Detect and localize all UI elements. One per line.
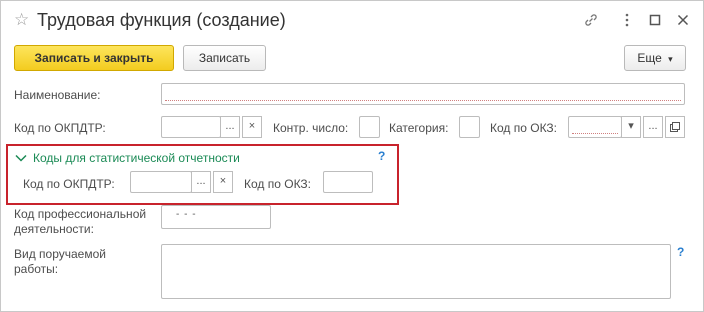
more-button-label: Еще — [637, 51, 662, 65]
chevron-down-icon[interactable] — [15, 152, 27, 164]
form-window: ☆ Трудовая функция (создание) Записать и… — [0, 0, 704, 312]
maximize-icon[interactable] — [647, 12, 663, 28]
prof-activity-label-line2: деятельности: — [14, 222, 94, 236]
stat-okz-input[interactable] — [323, 171, 373, 193]
stat-okpdtr-label: Код по ОКПДТР: — [23, 177, 115, 191]
prof-activity-value: - - - — [176, 209, 197, 220]
okz-input[interactable] — [568, 116, 622, 138]
okpdtr-label: Код по ОКПДТР: — [14, 121, 106, 135]
star-icon[interactable]: ☆ — [14, 10, 29, 30]
work-type-help-icon[interactable]: ? — [677, 245, 684, 259]
link-icon[interactable] — [583, 12, 599, 28]
stat-okpdtr-clear-button[interactable]: × — [213, 171, 233, 193]
category-input[interactable] — [459, 116, 480, 138]
okz-dropdown-button[interactable]: ▾ — [621, 116, 641, 138]
stat-group-help-icon[interactable]: ? — [378, 149, 385, 163]
stat-okpdtr-select-button[interactable]: ... — [191, 171, 211, 193]
save-and-close-button[interactable]: Записать и закрыть — [14, 45, 174, 71]
okpdtr-clear-button[interactable]: × — [242, 116, 262, 138]
stat-okpdtr-input[interactable] — [130, 171, 192, 193]
work-type-label-line1: Вид поручаемой — [14, 247, 106, 261]
control-number-input[interactable] — [359, 116, 380, 138]
close-icon[interactable] — [675, 12, 691, 28]
more-vertical-icon[interactable] — [619, 12, 635, 28]
prof-activity-label-line1: Код профессиональной — [14, 207, 147, 221]
open-icon[interactable] — [665, 116, 685, 138]
control-number-label: Контр. число: — [273, 121, 349, 135]
more-button[interactable]: Еще ▾ — [624, 45, 686, 71]
page-title: Трудовая функция (создание) — [37, 10, 286, 30]
name-label: Наименование: — [14, 88, 101, 102]
chevron-down-icon: ▾ — [668, 54, 673, 64]
prof-activity-input[interactable]: - - - — [161, 205, 271, 229]
okpdtr-input[interactable] — [161, 116, 221, 138]
save-button[interactable]: Записать — [183, 45, 266, 71]
okpdtr-select-button[interactable]: ... — [220, 116, 240, 138]
stat-group-title[interactable]: Коды для статистической отчетности — [33, 151, 240, 165]
name-field[interactable] — [161, 83, 685, 105]
okz-select-button[interactable]: ... — [643, 116, 663, 138]
okz-label: Код по ОКЗ: — [490, 121, 558, 135]
work-type-textarea[interactable] — [161, 244, 671, 299]
stat-okz-label: Код по ОКЗ: — [244, 177, 312, 191]
category-label: Категория: — [389, 121, 449, 135]
work-type-label-line2: работы: — [14, 262, 59, 276]
